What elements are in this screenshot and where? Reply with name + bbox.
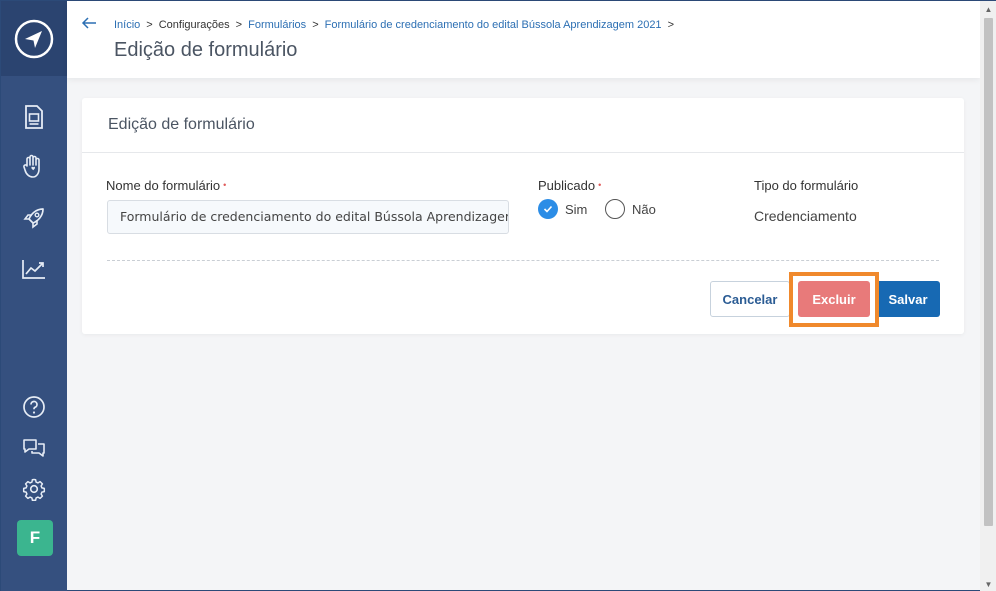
divider <box>107 260 939 261</box>
breadcrumb-forms[interactable]: Formulários <box>248 19 306 31</box>
rocket-icon <box>23 208 44 229</box>
scroll-thumb[interactable] <box>984 18 993 526</box>
app-logo[interactable] <box>1 1 67 76</box>
compass-icon <box>14 19 54 58</box>
hand-heart-icon <box>23 154 40 178</box>
page-header: Início > Configurações > Formulários > F… <box>67 1 980 78</box>
breadcrumb: Início > Configurações > Formulários > F… <box>114 19 680 31</box>
chat-icon <box>23 439 45 457</box>
required-marker: • <box>223 180 227 190</box>
breadcrumb-separator: > <box>667 19 674 31</box>
gear-icon <box>22 478 46 501</box>
radio-label-no: Não <box>632 201 656 217</box>
radio-unchecked <box>605 199 625 219</box>
nav-item-support[interactable] <box>17 149 51 183</box>
nav-item-projects[interactable] <box>17 201 51 235</box>
form-name-label: Nome do formulário • <box>106 178 226 193</box>
published-radio-no[interactable]: Não <box>605 199 656 219</box>
nav-item-reports[interactable] <box>17 252 51 286</box>
published-label-text: Publicado <box>538 178 596 193</box>
chat-button[interactable] <box>17 431 51 465</box>
chart-icon <box>22 260 45 279</box>
breadcrumb-separator: > <box>235 19 243 31</box>
form-card: Edição de formulário Nome do formulário •… <box>82 98 964 334</box>
breadcrumb-home[interactable]: Início <box>114 19 140 31</box>
back-button[interactable] <box>81 15 97 36</box>
published-radio-yes[interactable]: Sim <box>538 199 587 219</box>
required-marker: • <box>598 180 602 190</box>
breadcrumb-settings: Configurações <box>158 19 230 31</box>
help-icon <box>23 396 45 418</box>
radio-checked <box>538 199 558 219</box>
delete-button[interactable]: Excluir <box>798 281 870 317</box>
help-button[interactable] <box>17 390 51 424</box>
user-avatar[interactable]: F <box>17 520 53 556</box>
vertical-scrollbar[interactable]: ▲ ▼ <box>980 1 996 591</box>
breadcrumb-separator: > <box>312 19 319 31</box>
breadcrumb-current-form[interactable]: Formulário de credenciamento do edital B… <box>325 19 662 31</box>
page-title: Edição de formulário <box>114 39 298 61</box>
settings-button[interactable] <box>17 472 51 506</box>
form-type-value: Credenciamento <box>754 208 857 224</box>
radio-label-yes: Sim <box>565 201 588 217</box>
scroll-down-arrow[interactable]: ▼ <box>980 576 996 591</box>
cancel-button[interactable]: Cancelar <box>710 281 790 317</box>
form-name-label-text: Nome do formulário <box>106 178 221 193</box>
arrow-left-icon <box>81 17 96 29</box>
save-button[interactable]: Salvar <box>876 281 940 317</box>
form-name-input[interactable]: Formulário de credenciamento do edital B… <box>107 200 509 234</box>
scroll-up-arrow[interactable]: ▲ <box>980 1 996 17</box>
published-label: Publicado • <box>538 178 601 193</box>
check-icon <box>543 205 553 213</box>
form-type-label: Tipo do formulário <box>754 178 859 193</box>
breadcrumb-separator: > <box>146 19 153 31</box>
nav-item-documents[interactable] <box>17 100 51 134</box>
document-icon <box>25 105 43 129</box>
card-title: Edição de formulário <box>82 98 964 153</box>
